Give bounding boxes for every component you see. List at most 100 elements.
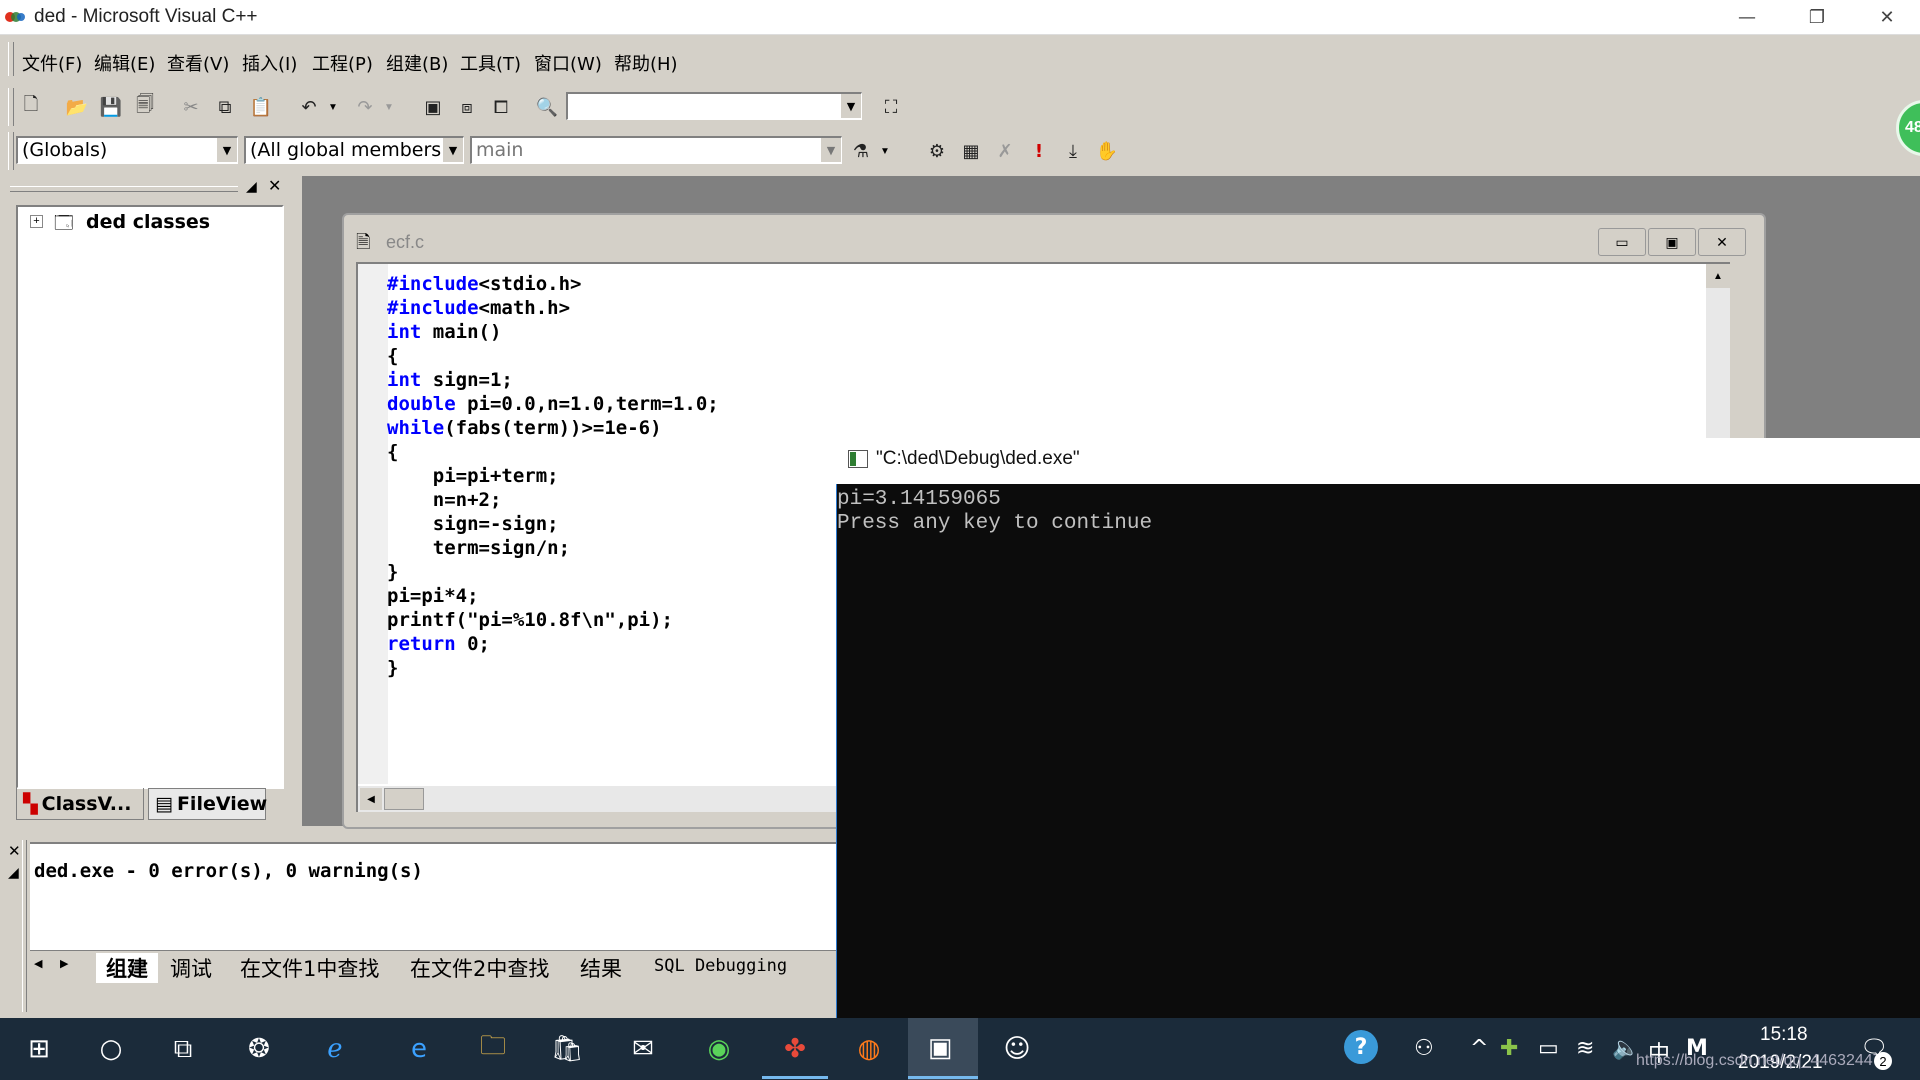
tab-sql-debugging[interactable]: SQL Debugging [654, 956, 787, 976]
wizard-action-button[interactable]: ⚗ [846, 136, 876, 166]
chevron-down-icon[interactable]: ▼ [840, 94, 861, 118]
workspace-button[interactable]: ▣ [418, 92, 448, 122]
cortana-button[interactable]: ○ [88, 1026, 134, 1072]
expand-icon[interactable]: + [30, 215, 43, 228]
save-all-button[interactable]: 🗐 [130, 92, 160, 122]
taskbar-browser[interactable]: ◉ [696, 1026, 742, 1072]
wifi-icon[interactable]: ≋ [1576, 1036, 1594, 1061]
members-combo[interactable]: (All global members ▼ [244, 136, 464, 164]
menu-build[interactable]: 组建(B) [386, 50, 448, 76]
menu-window[interactable]: 窗口(W) [534, 50, 602, 76]
window-list-button[interactable]: ⧠ [486, 92, 516, 122]
horizontal-scrollbar[interactable]: ◀ [358, 786, 838, 812]
start-button[interactable]: ⊞ [16, 1026, 62, 1072]
editor-close-button[interactable]: ✕ [1698, 228, 1746, 256]
redo-button[interactable]: ↷ [350, 92, 380, 122]
menu-help[interactable]: 帮助(H) [614, 50, 678, 76]
minimize-icon: — [1738, 6, 1756, 28]
help-icon[interactable]: ? [1344, 1030, 1378, 1064]
menu-view[interactable]: 查看(V) [167, 50, 229, 76]
execute-button[interactable]: ! [1024, 136, 1054, 166]
new-file-button[interactable]: 🗋 [16, 92, 46, 122]
menu-insert[interactable]: 插入(I) [242, 50, 297, 76]
breakpoint-button[interactable]: ✋ [1092, 136, 1122, 166]
taskbar-explorer[interactable]: 🗀 [470, 1026, 516, 1072]
close-pane-icon[interactable]: ✕ [268, 176, 281, 196]
taskbar-store[interactable]: 🛍 [544, 1026, 590, 1072]
undo-dropdown-icon[interactable]: ▼ [328, 102, 338, 113]
people-icon[interactable]: ⚇ [1414, 1036, 1434, 1061]
open-button[interactable]: 📂 [62, 92, 92, 122]
editor-minimize-button[interactable]: ▭ [1598, 228, 1646, 256]
taskbar-visual-cpp[interactable]: ✤ [772, 1026, 818, 1072]
tab-classview[interactable]: ▚ ClassV... [16, 788, 144, 820]
find-button[interactable]: ⛶ [876, 92, 906, 122]
scope-combo[interactable]: (Globals) ▼ [16, 136, 238, 164]
menu-grip[interactable] [8, 42, 14, 76]
build-button[interactable]: ▦ [956, 136, 986, 166]
toolbar-grip[interactable] [8, 132, 14, 170]
minimize-button[interactable]: — [1712, 0, 1782, 34]
output-grip[interactable] [22, 840, 27, 1012]
undo-button[interactable]: ↶ [294, 92, 324, 122]
stop-build-button[interactable]: ✗ [990, 136, 1020, 166]
expand-pane-icon[interactable]: ◢ [8, 864, 19, 881]
chevron-down-icon[interactable]: ▼ [216, 138, 237, 162]
taskbar-mail[interactable]: ✉ [620, 1026, 666, 1072]
tab-scroll-left-icon[interactable]: ◀ [34, 957, 42, 970]
chevron-up-icon[interactable]: ^ [1470, 1036, 1488, 1061]
taskbar-app-1[interactable]: ❂ [236, 1026, 282, 1072]
close-pane-icon[interactable]: ✕ [8, 842, 21, 860]
taskbar-edge[interactable]: e [396, 1026, 442, 1072]
battery-icon[interactable]: ▭ [1538, 1036, 1559, 1061]
output-button[interactable]: ⧈ [452, 92, 482, 122]
toolbar-grip[interactable] [8, 88, 14, 126]
editor-maximize-button[interactable]: ▣ [1648, 228, 1696, 256]
tree-root-label[interactable]: ded classes [86, 211, 210, 233]
copy-button[interactable]: ⧉ [210, 92, 240, 122]
find-in-files-button[interactable]: 🔍 [532, 92, 562, 122]
clock-time[interactable]: 15:18 [1760, 1024, 1808, 1046]
paste-button[interactable]: 📋 [246, 92, 276, 122]
menu-tools[interactable]: 工具(T) [460, 50, 521, 76]
redo-dropdown-icon[interactable]: ▼ [384, 102, 394, 113]
find-combo[interactable]: ▼ [566, 92, 862, 120]
wizard-action-dropdown-icon[interactable]: ▼ [880, 146, 890, 157]
tab-find-in-files-1[interactable]: 在文件1中查找 [240, 953, 379, 983]
scroll-left-icon[interactable]: ◀ [360, 788, 382, 810]
output-text-area[interactable]: ded.exe - 0 error(s), 0 warning(s) [30, 842, 836, 952]
code-keyword: double [387, 393, 456, 415]
taskbar-firefox[interactable]: ◍ [846, 1026, 892, 1072]
task-view-button[interactable]: ⧉ [160, 1026, 206, 1072]
chevron-down-icon[interactable]: ▼ [442, 138, 463, 162]
tab-debug[interactable]: 调试 [170, 953, 212, 983]
tab-fileview[interactable]: ▤ FileView [148, 788, 267, 820]
scroll-up-icon[interactable]: ▲ [1706, 264, 1730, 288]
restore-button[interactable]: ❐ [1782, 0, 1852, 34]
go-button[interactable]: ⤓ [1058, 136, 1088, 166]
taskbar-ie[interactable]: ℯ [312, 1026, 358, 1072]
tab-scroll-right-icon[interactable]: ▶ [60, 957, 68, 970]
code-text: printf("pi=%10.8f\n",pi); [387, 609, 673, 631]
cut-button[interactable]: ✂ [176, 92, 206, 122]
editor-gutter[interactable] [358, 264, 388, 784]
plus-icon[interactable]: ✚ [1500, 1036, 1518, 1061]
output-tab-strip: ◀ ▶ 组建 调试 在文件1中查找 在文件2中查找 结果 SQL Debuggi… [30, 950, 836, 983]
tab-build[interactable]: 组建 [96, 953, 158, 983]
workspace-grip[interactable] [10, 186, 238, 192]
taskbar-avatar-app[interactable]: ☺ [994, 1026, 1040, 1072]
menu-file[interactable]: 文件(F) [22, 50, 82, 76]
function-combo[interactable]: main ▼ [470, 136, 842, 164]
tab-find-in-files-2[interactable]: 在文件2中查找 [410, 953, 549, 983]
save-button[interactable]: 💾 [96, 92, 126, 122]
standard-toolbar: 🗋 📂 💾 🗐 ✂ ⧉ 📋 ↶ ▼ ↷ ▼ ▣ ⧈ ⧠ 🔍 ▼ ⛶ [0, 86, 1920, 128]
compile-button[interactable]: ⚙ [922, 136, 952, 166]
taskbar-console-active[interactable]: ▣ [908, 1018, 978, 1080]
menu-edit[interactable]: 编辑(E) [94, 50, 155, 76]
close-button[interactable]: ✕ [1852, 0, 1920, 34]
expand-pane-icon[interactable]: ◢ [246, 178, 257, 195]
tab-results[interactable]: 结果 [580, 953, 622, 983]
menu-project[interactable]: 工程(P) [312, 50, 373, 76]
scroll-thumb[interactable] [384, 788, 424, 810]
chevron-down-icon[interactable]: ▼ [820, 138, 841, 162]
